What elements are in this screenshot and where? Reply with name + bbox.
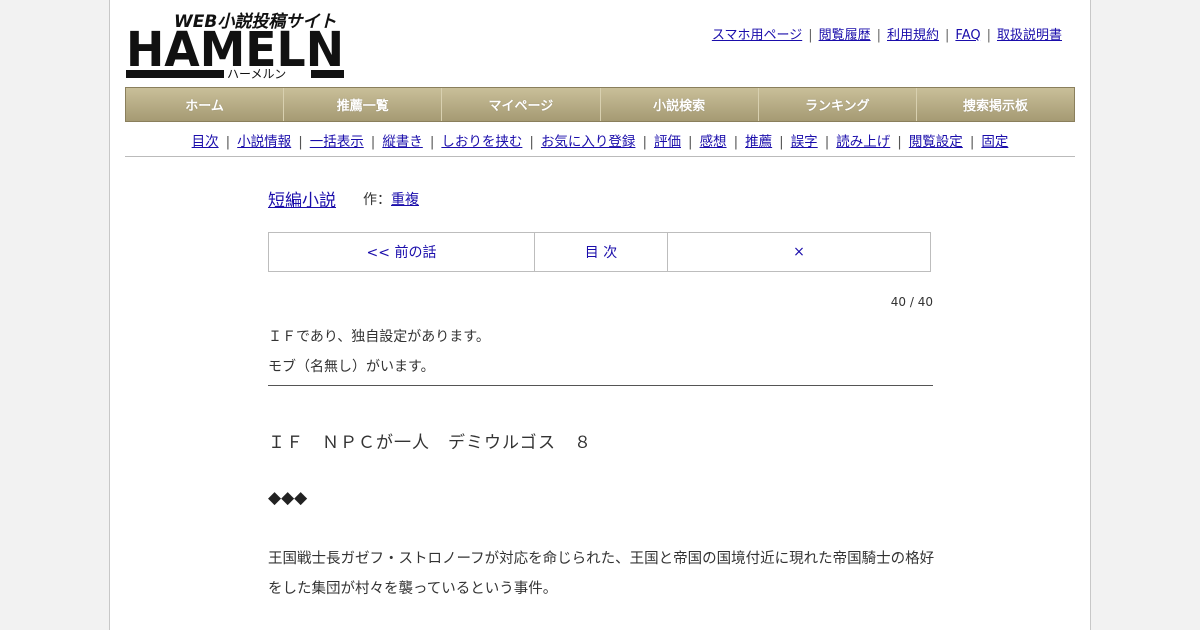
preface-line: モブ（名無し）がいます。: [268, 359, 435, 375]
history-link[interactable]: 閲覧履歴: [819, 28, 871, 43]
chapter-counter: 40 / 40: [890, 295, 933, 309]
nav-home[interactable]: ホーム: [126, 88, 285, 121]
subnav-bookmark[interactable]: しおりを挟む: [441, 134, 522, 150]
scene-separator: ◆◆◆: [268, 488, 308, 508]
chapter-title: ＩＦ ＮＰＣが一人 デミウルゴス ８: [268, 433, 592, 453]
subnav-view-settings[interactable]: 閲覧設定: [909, 134, 963, 150]
prev-chapter-link[interactable]: << 前の話: [269, 233, 535, 271]
subnav-toc[interactable]: 目次: [192, 134, 219, 150]
nav-mypage[interactable]: マイページ: [442, 88, 601, 121]
nav-ranking[interactable]: ランキング: [759, 88, 917, 121]
logo-reading: ハーメルン: [227, 67, 286, 80]
toc-link[interactable]: 目 次: [535, 233, 668, 271]
subnav-read-aloud[interactable]: 読み上げ: [836, 134, 890, 150]
preface-divider: [268, 385, 933, 386]
nav-search-board[interactable]: 捜索掲示板: [917, 88, 1074, 121]
smartphone-page-link[interactable]: スマホ用ページ: [712, 28, 802, 43]
hameln-logo[interactable]: WEB小説投稿サイト HAMELN ハーメルン: [126, 10, 346, 81]
subnav-vertical[interactable]: 縦書き: [382, 134, 423, 150]
author-prefix: 作：: [363, 192, 391, 208]
chapter-nav: << 前の話 目 次 ×: [268, 232, 931, 272]
subnav-typo[interactable]: 誤字: [791, 134, 818, 150]
header-links: スマホ用ページ | 閲覧履歴 | 利用規約 | FAQ | 取扱説明書: [711, 28, 1062, 43]
subnav-show-all[interactable]: 一括表示: [310, 134, 364, 150]
novel-sub-nav: 目次 | 小説情報 | 一括表示 | 縦書き | しおりを挟む | お気に入り登録 | 評価 | 感想 | 推薦…: [191, 134, 1009, 150]
author-link[interactable]: 重複: [391, 192, 419, 208]
chapter-body: 王国戦士長ガゼフ・ストロノーフが対応を命じられた、王国と帝国の国境付近に現れた帝…: [268, 551, 935, 597]
main-nav: ホーム 推薦一覧 マイページ 小説検索 ランキング 捜索掲示板: [125, 87, 1075, 122]
preface: ＩＦであり、独自設定があります。 モブ（名無し）がいます。: [268, 322, 490, 382]
page-container: WEB小説投稿サイト HAMELN ハーメルン スマホ用ページ | 閲覧履歴 | 利用規…: [109, 0, 1091, 630]
subnav-recommend[interactable]: 推薦: [745, 134, 772, 150]
subnav-impressions[interactable]: 感想: [700, 134, 727, 150]
faq-link[interactable]: FAQ: [955, 28, 980, 43]
author-line: 作：重複: [363, 189, 419, 209]
header-divider: [125, 156, 1075, 157]
subnav-favorite[interactable]: お気に入り登録: [541, 134, 636, 150]
preface-line: ＩＦであり、独自設定があります。: [268, 329, 490, 345]
nav-novel-search[interactable]: 小説検索: [601, 88, 759, 121]
subnav-pin[interactable]: 固定: [981, 134, 1008, 150]
series-link[interactable]: 短編小説: [268, 186, 336, 211]
manual-link[interactable]: 取扱説明書: [997, 28, 1062, 43]
subnav-rating[interactable]: 評価: [654, 134, 681, 150]
terms-link[interactable]: 利用規約: [887, 28, 939, 43]
nav-recommendations[interactable]: 推薦一覧: [284, 88, 443, 121]
close-link[interactable]: ×: [668, 233, 930, 271]
subnav-novel-info[interactable]: 小説情報: [237, 134, 291, 150]
